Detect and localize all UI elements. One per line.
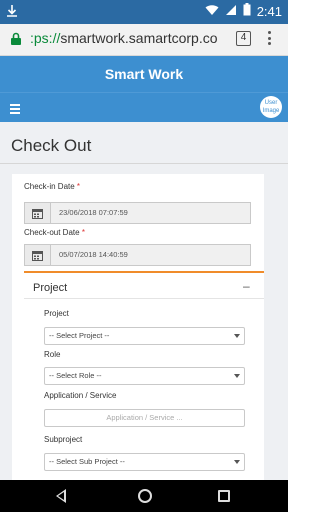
role-label: Role	[44, 350, 61, 359]
application-input[interactable]: Application / Service ...	[44, 409, 245, 427]
section-accent-rule	[24, 271, 264, 273]
status-bar: 2:41	[0, 0, 288, 24]
project-label: Project	[44, 309, 69, 318]
chevron-down-icon	[234, 374, 240, 378]
browser-toolbar: :ps://smartwork.samartcorp.com/( 4	[0, 24, 288, 56]
subproject-select[interactable]: -- Select Sub Project --	[44, 453, 245, 471]
hamburger-menu-icon[interactable]	[10, 104, 20, 116]
chevron-down-icon	[234, 460, 240, 464]
divider	[0, 163, 288, 164]
address-bar[interactable]: :ps://smartwork.samartcorp.com/(	[30, 30, 218, 46]
recent-apps-icon[interactable]	[218, 490, 230, 502]
home-icon[interactable]	[138, 489, 152, 503]
app-title: Smart Work	[0, 56, 288, 92]
required-marker: *	[76, 182, 81, 191]
app-navbar: User Image	[0, 92, 288, 122]
subproject-select-value: -- Select Sub Project --	[49, 457, 125, 466]
application-label: Application / Service	[44, 391, 117, 400]
tab-switcher-button[interactable]: 4	[236, 31, 251, 46]
collapse-icon[interactable]: –	[243, 279, 250, 293]
role-select-value: -- Select Role --	[49, 371, 102, 380]
clock: 2:41	[256, 3, 282, 19]
checkout-date-value: 05/07/2018 14:40:59	[59, 250, 128, 259]
checkin-date-field[interactable]: 23/06/2018 07:07:59	[24, 202, 251, 224]
download-icon	[6, 4, 18, 18]
calendar-icon[interactable]	[25, 203, 51, 223]
chevron-down-icon	[234, 334, 240, 338]
required-marker: *	[81, 228, 85, 237]
project-select[interactable]: -- Select Project --	[44, 327, 245, 345]
url-host: smartwork.samartcorp.com/(	[60, 30, 218, 46]
signal-icon	[225, 4, 237, 19]
checkout-label: Check-out Date *	[24, 228, 85, 237]
url-scheme: :ps://	[30, 30, 61, 46]
project-section-title: Project	[33, 282, 68, 294]
checkin-label: Check-in Date *	[24, 182, 81, 191]
more-options-icon[interactable]	[268, 31, 272, 48]
checkout-date-field[interactable]: 05/07/2018 14:40:59	[24, 244, 251, 266]
system-nav-bar	[0, 480, 288, 512]
project-select-value: -- Select Project --	[49, 331, 110, 340]
page-title: Check Out	[11, 136, 92, 155]
battery-icon	[243, 3, 251, 19]
avatar[interactable]: User Image	[260, 96, 282, 118]
main-content: Check Out Check-in Date * 23/06/2018 07:…	[0, 122, 288, 484]
back-icon[interactable]	[56, 489, 66, 503]
lock-icon	[10, 32, 22, 51]
calendar-icon[interactable]	[25, 245, 51, 265]
role-select[interactable]: -- Select Role --	[44, 367, 245, 385]
checkin-date-value: 23/06/2018 07:07:59	[59, 208, 128, 217]
subproject-label: Subproject	[44, 435, 83, 444]
wifi-icon	[205, 4, 219, 19]
divider	[24, 298, 264, 299]
